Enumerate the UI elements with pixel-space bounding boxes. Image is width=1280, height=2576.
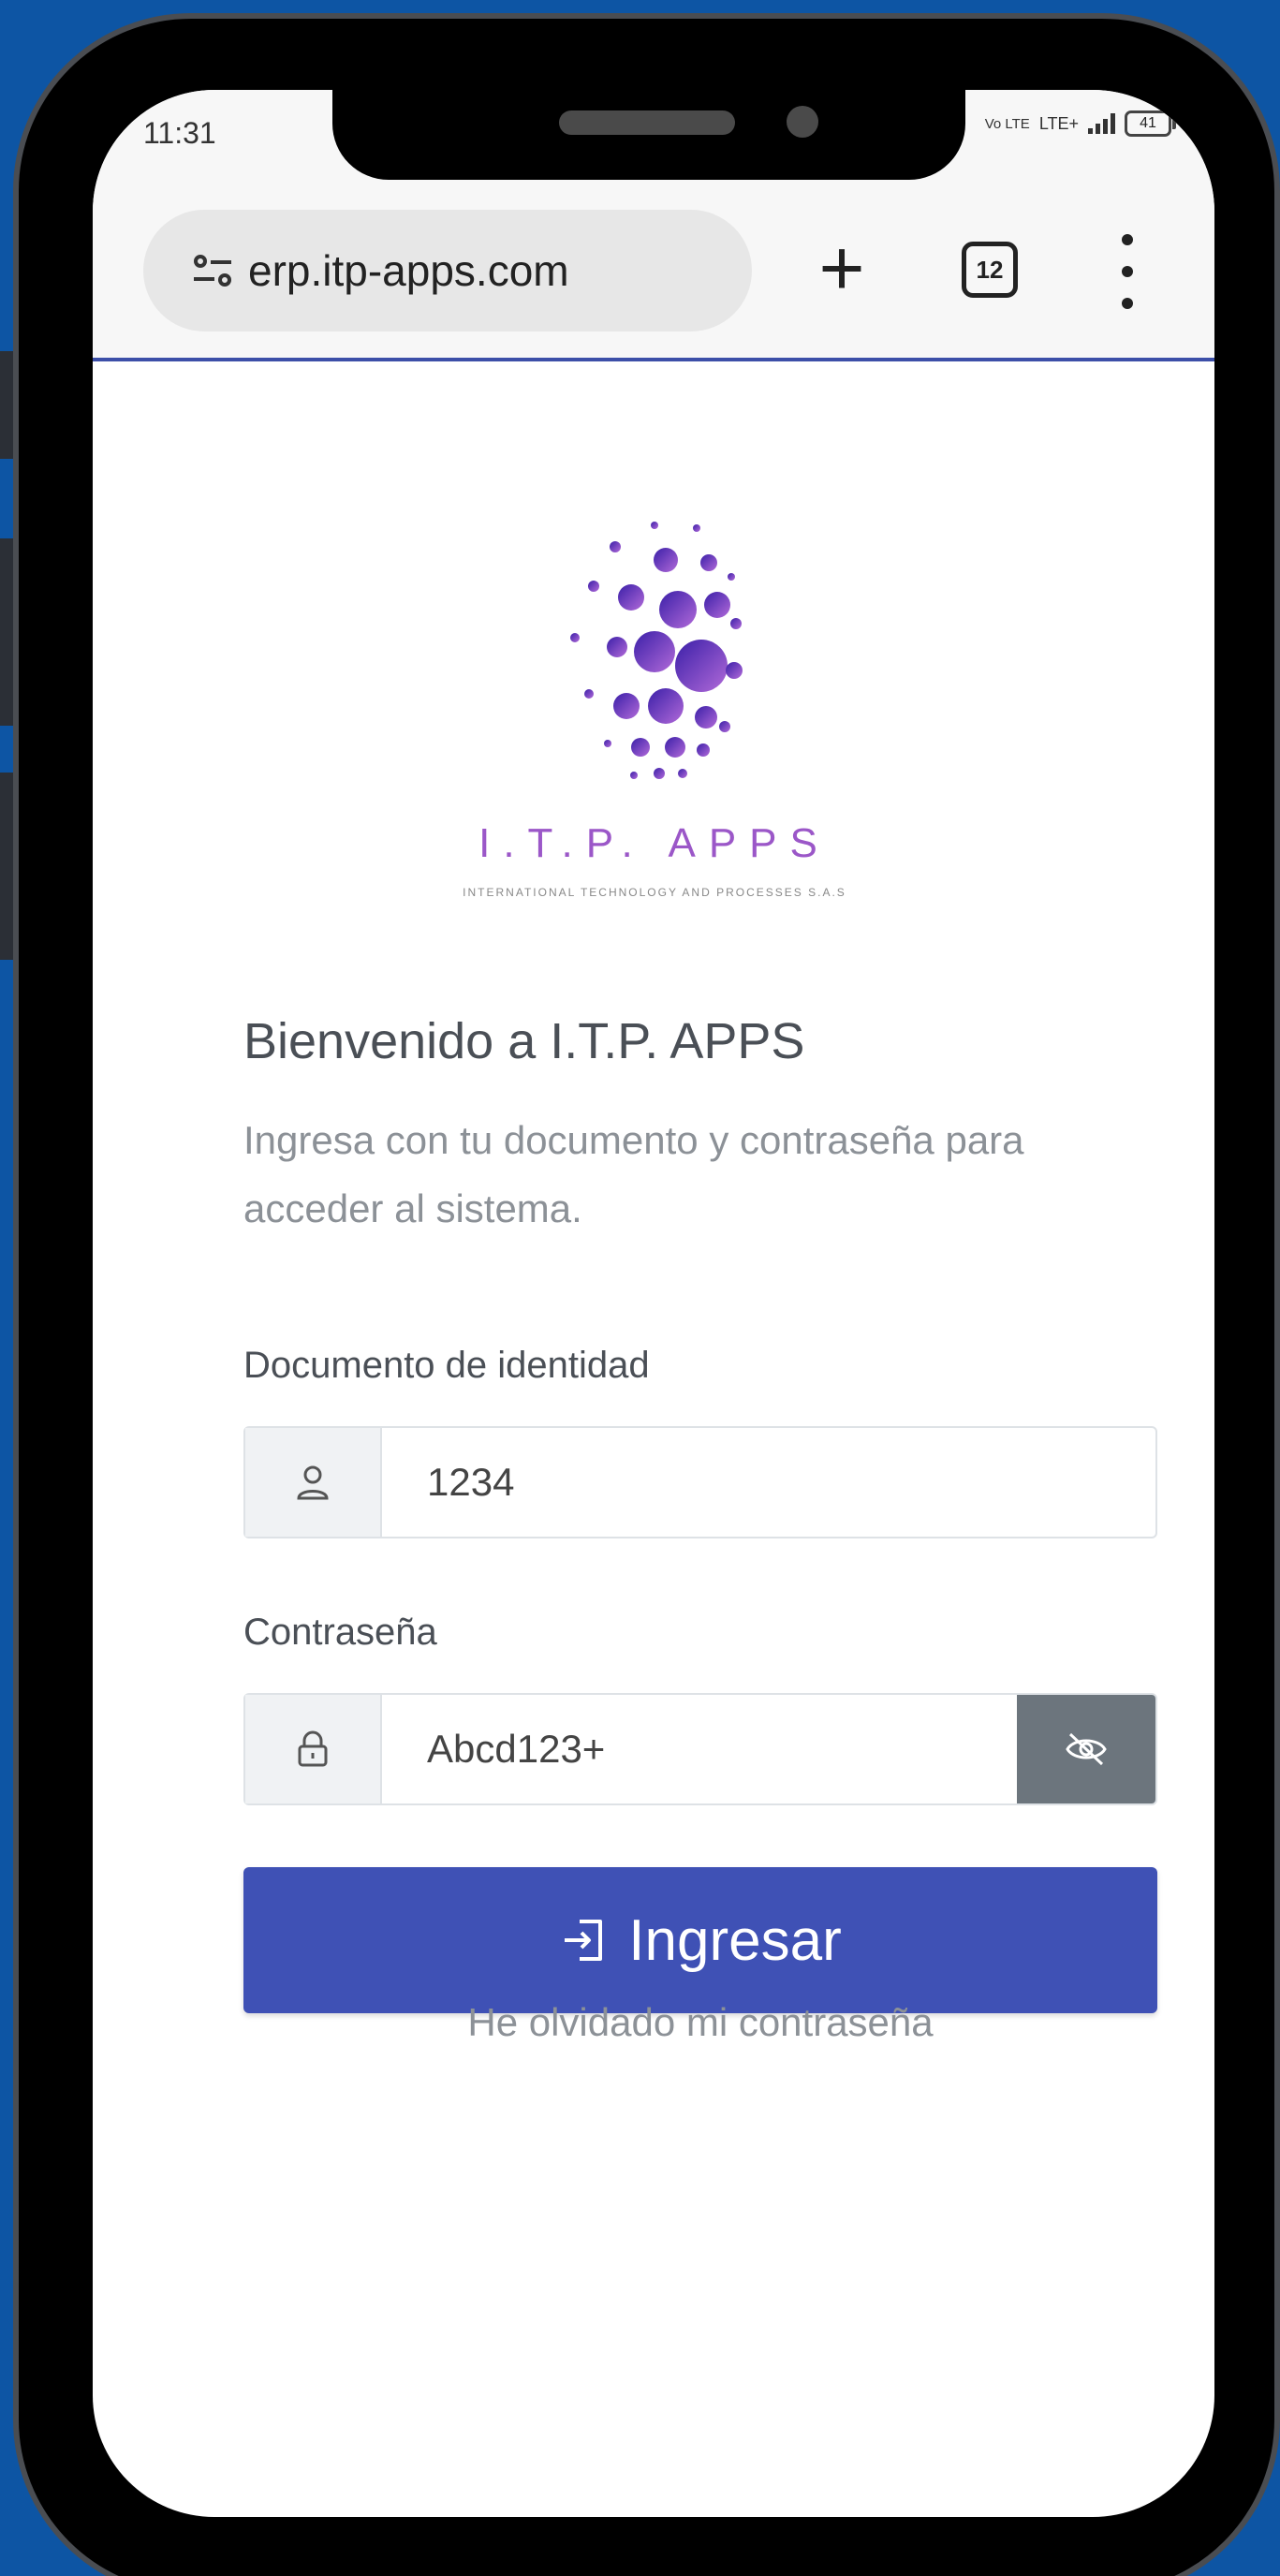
login-submit-button[interactable]: Ingresar: [243, 1867, 1157, 2013]
volte-icon: Vo LTE: [984, 115, 1030, 132]
network-type: LTE+: [1038, 113, 1079, 133]
status-time: 11:31: [143, 116, 216, 150]
document-field-group: 1234: [243, 1426, 1157, 1538]
tune-icon[interactable]: [194, 255, 231, 287]
lock-icon: [245, 1695, 382, 1803]
password-input[interactable]: Abcd123+: [382, 1695, 1017, 1803]
login-icon: [565, 1920, 603, 1961]
page-subtitle: Ingresa con tu documento y contraseña pa…: [243, 1118, 1024, 1230]
document-label: Documento de identidad: [243, 1345, 650, 1386]
address-bar[interactable]: erp.itp-apps.com: [143, 210, 752, 331]
phone-screen: 11:31 Vo LTE LTE+ 41 erp.itp-apps.com + …: [93, 90, 1214, 2517]
phone-speaker: [559, 110, 735, 135]
browser-toolbar: erp.itp-apps.com + 12: [93, 180, 1214, 361]
document-input[interactable]: 1234: [382, 1428, 1155, 1537]
login-submit-label: Ingresar: [628, 1907, 842, 1973]
phone-camera: [787, 106, 818, 138]
plus-icon[interactable]: +: [800, 228, 884, 313]
status-icons: Vo LTE LTE+ 41: [984, 110, 1176, 137]
logo-title: I.T.P. APPS: [478, 820, 831, 866]
tab-switcher-button[interactable]: 12: [962, 242, 1018, 298]
user-icon: [245, 1428, 382, 1537]
password-label: Contraseña: [243, 1612, 437, 1653]
forgot-password-link[interactable]: He olvidado mi contraseña: [243, 2000, 1157, 2045]
signal-icon: [1088, 113, 1115, 134]
page-title: Bienvenido a I.T.P. APPS: [243, 1013, 805, 1069]
logo-subtitle: INTERNATIONAL TECHNOLOGY AND PROCESSES S…: [463, 886, 846, 899]
logo-sphere-icon: [570, 522, 743, 779]
brand-logo: I.T.P. APPS INTERNATIONAL TECHNOLOGY AND…: [402, 502, 907, 970]
password-field-group: Abcd123+: [243, 1693, 1157, 1805]
eye-off-icon: [1066, 1732, 1107, 1766]
phone-notch: [332, 90, 965, 180]
toggle-password-button[interactable]: [1017, 1695, 1155, 1803]
url-text[interactable]: erp.itp-apps.com: [248, 245, 569, 296]
more-vert-icon[interactable]: [1113, 234, 1141, 309]
battery-icon: 41: [1125, 110, 1176, 137]
